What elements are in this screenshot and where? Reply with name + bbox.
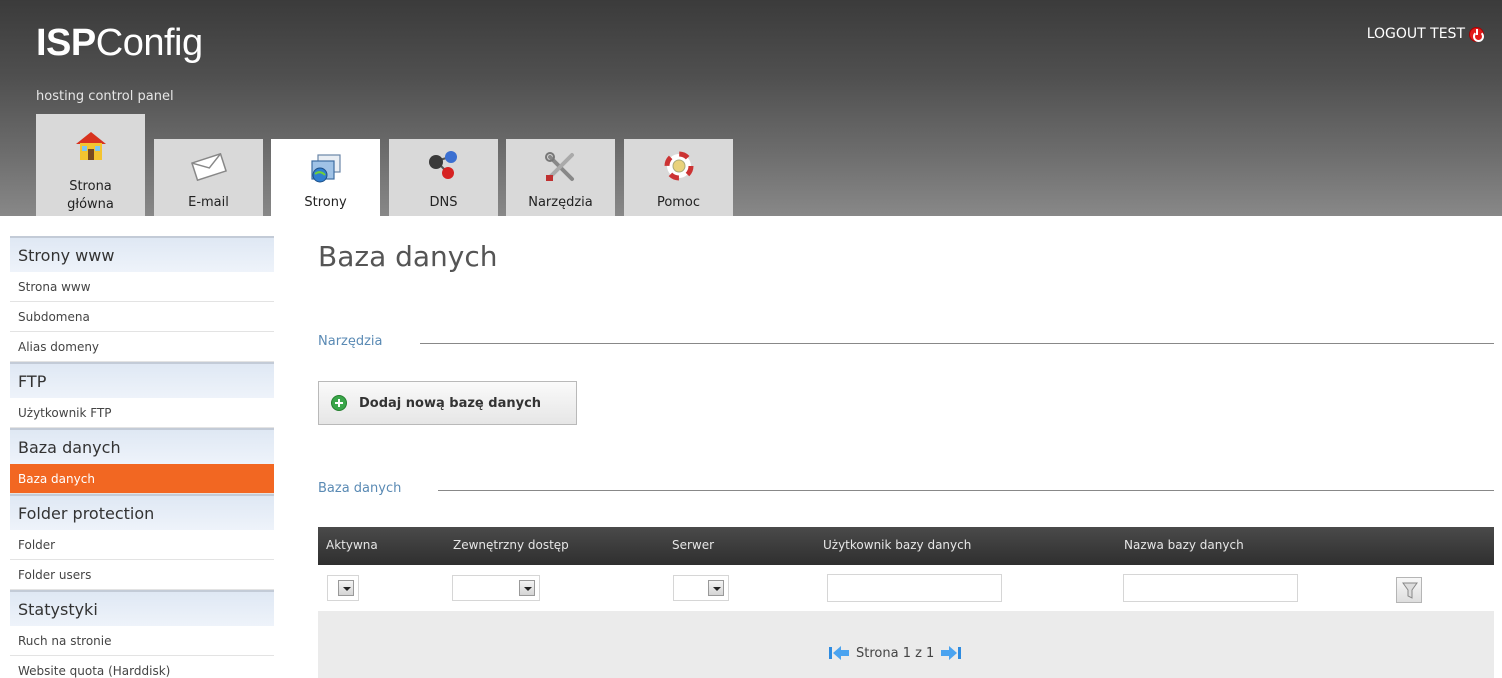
- home-icon: [75, 132, 106, 160]
- app-tagline: hosting control panel: [36, 89, 174, 104]
- sidebar-heading-statistics: Statystyki: [10, 590, 274, 626]
- tab-tools-label: Narzędzia: [528, 195, 593, 210]
- section-tools: Narzędzia: [318, 334, 1494, 354]
- power-icon: [1469, 26, 1484, 42]
- first-page-icon[interactable]: [828, 644, 850, 662]
- envelope-icon: [190, 153, 227, 181]
- logout-button[interactable]: LOGOUT TEST: [1367, 26, 1484, 42]
- add-icon: [331, 395, 347, 411]
- dns-icon: [428, 151, 457, 179]
- page-title: Baza danych: [318, 240, 498, 273]
- chevron-down-icon: [708, 580, 724, 596]
- section-divider: [420, 343, 1494, 344]
- sidebar-item-domain-alias[interactable]: Alias domeny: [10, 332, 274, 362]
- tab-help-label: Pomoc: [656, 195, 701, 210]
- filter-button[interactable]: [1396, 577, 1422, 603]
- tab-home[interactable]: Strona główna: [36, 114, 145, 216]
- app-header: ISPConfig hosting control panel LOGOUT T…: [0, 0, 1502, 216]
- sites-icon: [310, 154, 341, 183]
- sidebar-item-website-quota[interactable]: Website quota (Harddisk): [10, 656, 274, 678]
- sidebar-heading-ftp: FTP: [10, 362, 274, 398]
- filter-remote-access-select[interactable]: [452, 575, 540, 601]
- tab-email[interactable]: E-mail: [154, 139, 263, 216]
- sidebar-heading-database: Baza danych: [10, 428, 274, 464]
- section-divider: [438, 490, 1494, 491]
- sidebar: Strony www Strona www Subdomena Alias do…: [10, 236, 274, 678]
- add-database-button[interactable]: Dodaj nową bazę danych: [318, 381, 577, 425]
- sidebar-item-folder-users[interactable]: Folder users: [10, 560, 274, 590]
- tab-sites-label: Strony: [304, 195, 347, 210]
- tab-dns-label: DNS: [429, 195, 458, 210]
- filter-server-select[interactable]: [673, 575, 729, 601]
- add-database-label: Dodaj nową bazę danych: [359, 395, 542, 411]
- help-lifebuoy-icon: [664, 151, 693, 181]
- tab-home-label-line1: Strona: [69, 179, 112, 194]
- column-header-db-user[interactable]: Użytkownik bazy danych: [823, 538, 971, 552]
- pagination: Strona 1 z 1: [828, 644, 962, 662]
- chevron-down-icon: [519, 580, 535, 596]
- filter-db-user-input[interactable]: [827, 574, 1002, 602]
- sidebar-heading-sites: Strony www: [10, 236, 274, 272]
- tab-dns[interactable]: DNS: [389, 139, 498, 216]
- column-header-db-name[interactable]: Nazwa bazy danych: [1124, 538, 1244, 552]
- chevron-down-icon: [338, 580, 354, 596]
- column-header-server[interactable]: Serwer: [672, 538, 714, 552]
- filter-db-name-input[interactable]: [1123, 574, 1298, 602]
- tab-tools[interactable]: Narzędzia: [506, 139, 615, 216]
- section-database-list: Baza danych: [318, 481, 1494, 501]
- tab-help[interactable]: Pomoc: [624, 139, 733, 216]
- last-page-icon[interactable]: [940, 644, 962, 662]
- sidebar-item-web-traffic[interactable]: Ruch na stronie: [10, 626, 274, 656]
- tab-home-label-line2: główna: [67, 197, 114, 212]
- column-header-active[interactable]: Aktywna: [326, 538, 378, 552]
- tab-sites[interactable]: Strony: [271, 139, 380, 216]
- tab-email-label: E-mail: [188, 195, 229, 210]
- funnel-icon: [1402, 582, 1418, 599]
- tools-icon: [544, 152, 574, 181]
- sidebar-item-website[interactable]: Strona www: [10, 272, 274, 302]
- app-logo: ISPConfig: [36, 22, 203, 64]
- column-header-remote-access[interactable]: Zewnętrzny dostęp: [453, 538, 569, 552]
- page-indicator: Strona 1 z 1: [856, 645, 935, 661]
- section-tools-label: Narzędzia: [318, 334, 383, 349]
- sidebar-item-folder[interactable]: Folder: [10, 530, 274, 560]
- sidebar-item-subdomain[interactable]: Subdomena: [10, 302, 274, 332]
- logout-label: LOGOUT TEST: [1366, 26, 1465, 42]
- sidebar-item-ftp-user[interactable]: Użytkownik FTP: [10, 398, 274, 428]
- filter-active-select[interactable]: [327, 575, 359, 601]
- section-database-list-label: Baza danych: [318, 481, 402, 496]
- sidebar-heading-folder-protection: Folder protection: [10, 494, 274, 530]
- table-header: Aktywna Zewnętrzny dostęp Serwer Użytkow…: [318, 527, 1494, 565]
- sidebar-item-database[interactable]: Baza danych: [10, 464, 274, 494]
